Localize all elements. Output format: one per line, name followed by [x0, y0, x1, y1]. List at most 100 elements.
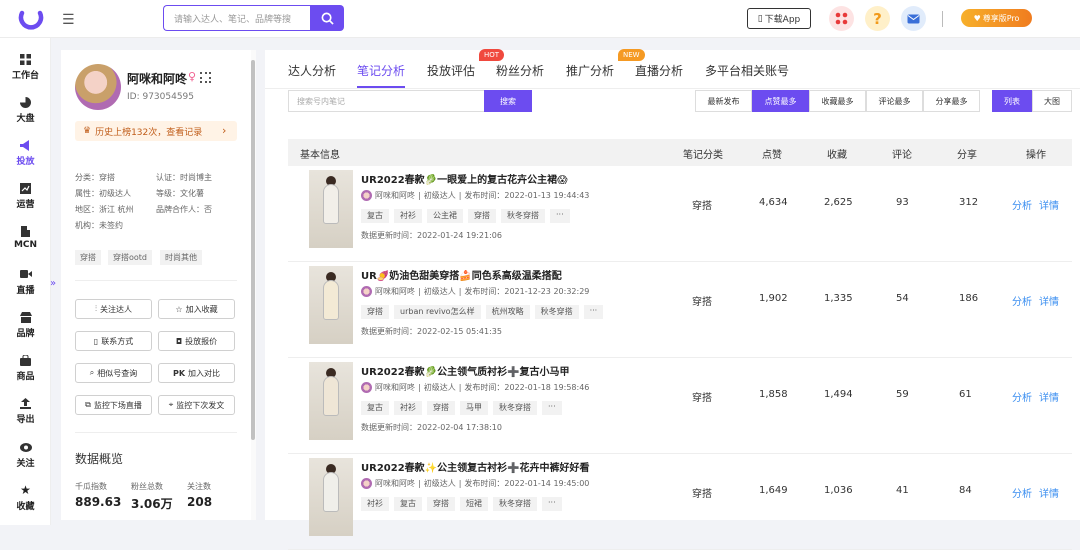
qr-code-icon[interactable] [200, 72, 211, 83]
note-title[interactable]: UR2022春款🥬公主领气质衬衫➕复古小马甲 [361, 363, 570, 378]
nav-operation[interactable]: 运营 [0, 182, 51, 210]
tab-promotion-analysis[interactable]: 推广分析 [566, 62, 614, 79]
detail-link[interactable]: 详情 [1039, 389, 1059, 404]
note-tag: 穿搭 [361, 305, 389, 319]
nav-export[interactable]: 导出 [0, 397, 51, 425]
add-favorite-button[interactable]: ☆ 加入收藏 [158, 299, 235, 319]
author-name[interactable]: 阿咪和阿咚 [375, 190, 415, 201]
nav-market[interactable]: 大盘 [0, 96, 51, 124]
row-divider [288, 357, 1072, 358]
note-tags: 复古 衬衫 公主裙 穿搭 秋冬穿搭 ··· [361, 209, 570, 223]
likes-count: 1,902 [759, 293, 788, 304]
nav-delivery[interactable]: 投放 [0, 139, 51, 167]
note-meta: 阿咪和阿咚 | 初级达人 | 发布时间：2022-01-14 19:45:00 [361, 478, 589, 489]
scrollbar-thumb[interactable] [251, 60, 255, 440]
list-view-button[interactable]: 列表 [992, 90, 1032, 112]
tab-live-analysis[interactable]: 直播分析 [635, 62, 683, 79]
nav-label: 工作台 [11, 71, 39, 81]
delivery-quote-button[interactable]: ◘ 投放报价 [158, 331, 235, 351]
note-title[interactable]: UR2022春款🥬一眼爱上的复古花卉公主裙😱 [361, 171, 568, 186]
monitor-live-button[interactable]: ⧉ 监控下场直播 [75, 395, 152, 415]
nav-workbench[interactable]: 工作台 [0, 53, 51, 81]
sort-comments-button[interactable]: 评论最多 [866, 90, 923, 112]
nav-favorites[interactable]: ★ 收藏 [0, 483, 51, 512]
global-search-input[interactable]: 请输入达人、笔记、品牌等搜 [163, 5, 311, 31]
stat-label: 千瓜指数 [75, 482, 107, 491]
history-ranking-banner[interactable]: ♛ 历史上榜132次，查看记录 [75, 121, 237, 141]
tab-delivery-evaluation[interactable]: 投放评估 [427, 62, 475, 79]
detail-link[interactable]: 详情 [1039, 293, 1059, 308]
author-level: 初级达人 [423, 383, 456, 392]
author-name[interactable]: 阿咪和阿咚 [375, 382, 415, 393]
messages-button[interactable] [901, 6, 926, 31]
nav-mcn[interactable]: MCN [0, 225, 51, 250]
sort-shares-button[interactable]: 分享最多 [923, 90, 980, 112]
note-category: 穿搭 [692, 393, 712, 404]
menu-toggle-icon[interactable]: ☰ [62, 12, 75, 28]
download-app-button[interactable]: ▯ 下载App [747, 8, 811, 29]
nav-goods[interactable]: 商品 [0, 354, 51, 382]
analyze-link[interactable]: 分析 [1012, 485, 1032, 500]
author-name[interactable]: 阿咪和阿咚 [375, 478, 415, 489]
note-tag: 秋冬穿搭 [501, 209, 545, 223]
pro-badge[interactable]: ♥ 尊享版Pro [961, 9, 1032, 27]
tab-fans-analysis[interactable]: 粉丝分析 [496, 62, 544, 79]
col-basic-info: 基本信息 [300, 150, 340, 161]
tab-note-analysis[interactable]: 笔记分析 [357, 62, 405, 79]
note-title[interactable]: UR🍠奶油色甜美穿搭🍰同色系高级温柔搭配 [361, 267, 562, 282]
analyze-link[interactable]: 分析 [1012, 389, 1032, 404]
contact-button[interactable]: ▯ 联系方式 [75, 331, 152, 351]
note-thumbnail[interactable] [309, 170, 353, 248]
nav-label: 品牌 [16, 329, 35, 339]
author-level: 初级达人 [423, 191, 456, 200]
col-likes: 点赞 [762, 150, 782, 161]
grid-view-button[interactable]: 大图 [1032, 90, 1072, 112]
collects-count: 1,335 [824, 293, 853, 304]
col-shares: 分享 [957, 150, 977, 161]
pie-chart-icon [20, 96, 32, 108]
tab-multi-platform[interactable]: 多平台相关账号 [705, 62, 789, 79]
profile-id: ID: 973054595 [127, 92, 195, 102]
note-thumbnail[interactable] [309, 458, 353, 536]
button-label: 加入对比 [188, 368, 221, 378]
nav-brand[interactable]: 品牌 [0, 311, 51, 339]
follow-influencer-button[interactable]: ⫶ 关注达人 [75, 299, 152, 319]
similar-account-button[interactable]: ⌕ 相似号查询 [75, 363, 152, 383]
note-search-button[interactable]: 搜索 [484, 90, 532, 112]
button-label: 投放报价 [185, 336, 218, 346]
sort-collects-button[interactable]: 收藏最多 [809, 90, 866, 112]
separator: | [418, 191, 421, 200]
nav-label: 导出 [16, 415, 35, 425]
nav-follow[interactable]: 关注 [0, 441, 51, 469]
attr-verify: 认证：时尚博主 [156, 173, 212, 182]
note-title[interactable]: UR2022春款✨公主领复古衬衫➕花卉中裤好好看 [361, 459, 590, 474]
tab-influencer-analysis[interactable]: 达人分析 [288, 62, 336, 79]
thumbnail-figure-body [323, 184, 339, 224]
sort-latest-button[interactable]: 最新发布 [695, 90, 752, 112]
app-logo[interactable] [18, 6, 44, 32]
detail-link[interactable]: 详情 [1039, 197, 1059, 212]
attr-brand-partner: 品牌合作人：否 [156, 205, 212, 214]
note-thumbnail[interactable] [309, 266, 353, 344]
analyze-link[interactable]: 分析 [1012, 197, 1032, 212]
note-tag: 复古 [361, 209, 389, 223]
location-pin-icon: ⌖ [168, 400, 174, 409]
global-search-button[interactable] [310, 5, 344, 31]
separator: | [418, 383, 421, 392]
monitor-post-button[interactable]: ⌖ 监控下次发文 [158, 395, 235, 415]
help-button[interactable]: ? [865, 6, 890, 31]
expand-sidebar-icon[interactable]: » [50, 278, 56, 289]
note-thumbnail[interactable] [309, 362, 353, 440]
note-tag: ··· [550, 209, 570, 223]
sort-likes-button[interactable]: 点赞最多 [752, 90, 809, 112]
analyze-link[interactable]: 分析 [1012, 293, 1032, 308]
note-search-input[interactable]: 搜索号内笔记 [288, 90, 485, 112]
detail-link[interactable]: 详情 [1039, 485, 1059, 500]
eye-icon [19, 441, 32, 453]
add-compare-button[interactable]: PK 加入对比 [158, 363, 235, 383]
nav-live[interactable]: 直播 [0, 268, 51, 296]
comments-count: 59 [896, 389, 909, 400]
col-comments: 评论 [892, 150, 912, 161]
apps-button[interactable] [829, 6, 854, 31]
author-name[interactable]: 阿咪和阿咚 [375, 286, 415, 297]
